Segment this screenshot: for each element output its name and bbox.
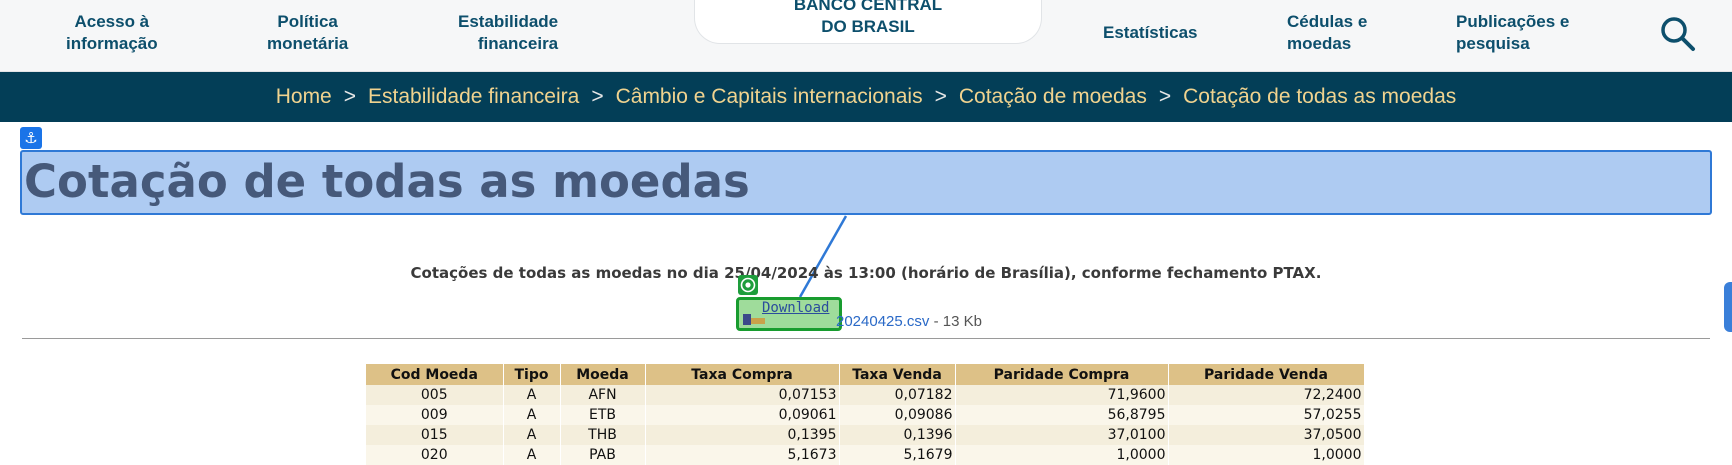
col-tipo[interactable]: Tipo	[503, 364, 561, 385]
cell-paridade-venda: 57,0255	[1168, 405, 1365, 425]
cell-taxa-venda: 0,09086	[839, 405, 956, 425]
cell-paridade-venda: 37,0500	[1168, 425, 1365, 445]
cell-moeda: AFN	[560, 385, 646, 405]
col-taxa-venda[interactable]: Taxa Venda	[839, 364, 956, 385]
cell-taxa-compra: 0,07153	[645, 385, 840, 405]
table-row: 009 A ETB 0,09061 0,09086 56,8795 57,025…	[366, 405, 1365, 425]
cell-tipo: A	[503, 385, 561, 405]
cell-tipo: A	[503, 405, 561, 425]
cell-moeda: THB	[560, 425, 646, 445]
cell-taxa-venda: 5,1679	[839, 445, 956, 465]
download-label[interactable]: Download	[762, 300, 829, 316]
cell-tipo: A	[503, 425, 561, 445]
cell-tipo: A	[503, 445, 561, 465]
csv-file-link[interactable]: 20240425.csv	[836, 313, 929, 330]
cell-paridade-compra: 1,0000	[955, 445, 1169, 465]
cell-moeda: ETB	[560, 405, 646, 425]
cell-taxa-venda: 0,07182	[839, 385, 956, 405]
table-row: 005 A AFN 0,07153 0,07182 71,9600 72,240…	[366, 385, 1365, 405]
cell-moeda: PAB	[560, 445, 646, 465]
cell-taxa-compra: 0,09061	[645, 405, 840, 425]
currency-rates-table: Cod Moeda Tipo Moeda Taxa Compra Taxa Ve…	[366, 364, 1365, 465]
cell-paridade-compra: 37,0100	[955, 425, 1169, 445]
col-paridade-compra[interactable]: Paridade Compra	[955, 364, 1169, 385]
cell-taxa-venda: 0,1396	[839, 425, 956, 445]
file-size: - 13 Kb	[929, 313, 982, 330]
file-info: 20240425.csv - 13 Kb	[836, 313, 982, 330]
col-moeda[interactable]: Moeda	[560, 364, 646, 385]
table-row: 015 A THB 0,1395 0,1396 37,0100 37,0500	[366, 425, 1365, 445]
side-feedback-tab[interactable]	[1724, 282, 1732, 332]
cell-cod: 009	[366, 405, 504, 425]
table-row: 020 A PAB 5,1673 5,1679 1,0000 1,0000	[366, 445, 1365, 465]
cell-paridade-compra: 56,8795	[955, 405, 1169, 425]
cell-taxa-compra: 5,1673	[645, 445, 840, 465]
cell-paridade-venda: 1,0000	[1168, 445, 1365, 465]
col-cod-moeda[interactable]: Cod Moeda	[366, 364, 504, 385]
cell-cod: 005	[366, 385, 504, 405]
table-header-row: Cod Moeda Tipo Moeda Taxa Compra Taxa Ve…	[366, 364, 1365, 385]
cell-paridade-compra: 71,9600	[955, 385, 1169, 405]
cell-cod: 020	[366, 445, 504, 465]
cell-taxa-compra: 0,1395	[645, 425, 840, 445]
col-paridade-venda[interactable]: Paridade Venda	[1168, 364, 1365, 385]
col-taxa-compra[interactable]: Taxa Compra	[645, 364, 840, 385]
target-icon	[738, 275, 758, 295]
cell-paridade-venda: 72,2400	[1168, 385, 1365, 405]
cell-cod: 015	[366, 425, 504, 445]
quote-description: Cotações de todas as moedas no dia 25/04…	[410, 264, 1322, 282]
divider	[22, 338, 1710, 339]
